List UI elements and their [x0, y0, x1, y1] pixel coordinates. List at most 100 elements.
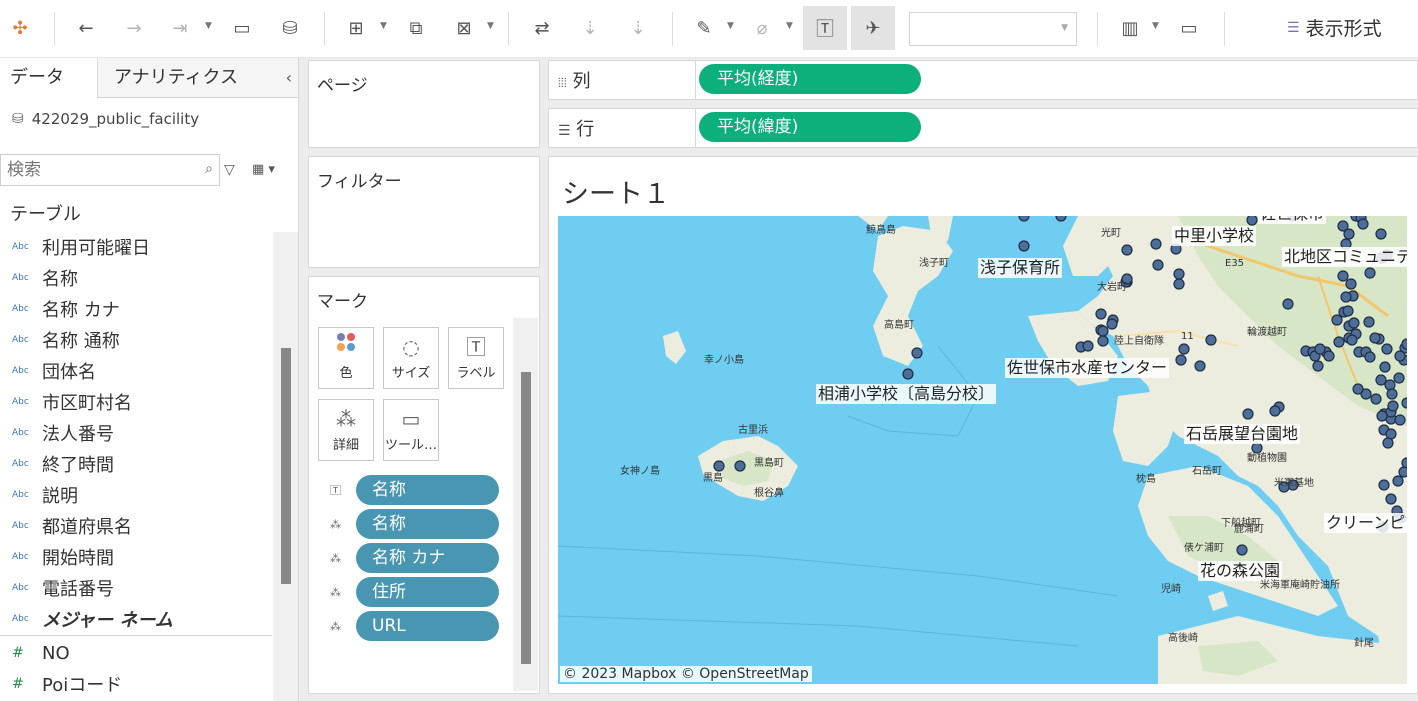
map-mark[interactable]: [1082, 340, 1094, 352]
map-label-ishidake[interactable]: 石岳展望台園地: [1184, 424, 1301, 444]
map-mark[interactable]: [1106, 318, 1118, 330]
map-mark[interactable]: [1370, 393, 1382, 405]
map-mark[interactable]: [1097, 325, 1109, 337]
map-mark[interactable]: [1337, 270, 1349, 282]
marks-field-pill[interactable]: 名称: [356, 475, 499, 505]
marks-field-pill[interactable]: 名称 カナ: [356, 543, 499, 573]
map-mark[interactable]: [1152, 259, 1164, 271]
highlight-icon[interactable]: ✎: [690, 14, 718, 42]
map-mark[interactable]: [1323, 350, 1335, 362]
logo-icon[interactable]: ✣: [6, 14, 34, 42]
map-mark[interactable]: [1018, 240, 1030, 252]
map-mark[interactable]: [1398, 466, 1407, 478]
map-label-clean[interactable]: クリーンピュア: [1324, 513, 1407, 533]
field-item[interactable]: Abc 名称 カナ: [12, 294, 120, 324]
map-mark[interactable]: [1246, 216, 1258, 226]
field-item[interactable]: Abc 市区町村名: [12, 387, 132, 417]
map-label-ainoura[interactable]: 相浦小学校〔高島分校〕: [816, 384, 997, 404]
chart-type-icon[interactable]: ▥: [1116, 14, 1144, 42]
map-mark[interactable]: [1236, 544, 1248, 556]
map-mark[interactable]: [1385, 493, 1397, 505]
map-label-sasebo-suisan[interactable]: 佐世保市水産センター: [1005, 358, 1170, 378]
map-mark[interactable]: [1357, 218, 1369, 230]
map-mark[interactable]: [1312, 360, 1324, 372]
map-mark[interactable]: [1401, 338, 1407, 350]
field-item[interactable]: # NO: [12, 638, 70, 668]
filters-card[interactable]: フィルター: [308, 156, 540, 268]
map-mark[interactable]: [1055, 216, 1067, 222]
sort-desc-icon[interactable]: ⇣: [624, 14, 652, 42]
map-mark[interactable]: [1331, 314, 1343, 326]
pin-icon[interactable]: ✈: [851, 6, 895, 50]
collapse-icon[interactable]: ‹: [286, 58, 292, 98]
search-input[interactable]: [1, 155, 189, 185]
map-mark[interactable]: [1150, 238, 1162, 250]
field-item[interactable]: Abc 名称 通称: [12, 325, 120, 355]
new-datasource-icon[interactable]: ⛁: [276, 14, 304, 42]
map-mark[interactable]: [1375, 374, 1387, 386]
attach-icon[interactable]: ⌀: [748, 14, 776, 42]
view-options-icon[interactable]: ▦ ▾: [252, 162, 275, 177]
sheet-title[interactable]: シート１: [562, 172, 670, 211]
map-mark[interactable]: [1381, 343, 1393, 355]
replay-dropdown-icon[interactable]: ▼: [205, 21, 212, 31]
map-mark[interactable]: [1018, 216, 1030, 222]
map-mark[interactable]: [902, 368, 914, 380]
duplicate-icon[interactable]: ⧉: [402, 14, 430, 42]
map-mark[interactable]: [911, 347, 923, 359]
field-item[interactable]: Abc 説明: [12, 480, 78, 510]
new-worksheet-dropdown-icon[interactable]: ▼: [380, 21, 387, 31]
tab-analytics[interactable]: アナリティクス ‹: [97, 58, 298, 98]
map-view[interactable]: 浅子保育所 中里小学校北地区コミュニティ佐世保市水産センター相浦小学校〔高島分校〕…: [558, 216, 1407, 684]
map-label-nakazato[interactable]: 中里小学校: [1172, 226, 1257, 246]
map-mark[interactable]: [1369, 332, 1381, 344]
sort-asc-icon[interactable]: ⇣: [576, 14, 604, 42]
map-mark[interactable]: [1097, 335, 1109, 347]
map-mark[interactable]: [1375, 228, 1387, 240]
field-item[interactable]: # Poiコード: [12, 669, 122, 699]
filter-icon[interactable]: ▽: [224, 162, 235, 178]
map-mark[interactable]: [1178, 343, 1190, 355]
search-icon[interactable]: ⌕: [205, 161, 213, 177]
new-worksheet-icon[interactable]: ⊞: [342, 14, 370, 42]
map-mark[interactable]: [734, 460, 746, 472]
show-labels-icon[interactable]: 🅃: [803, 6, 847, 50]
map-mark[interactable]: [1173, 278, 1185, 290]
pages-card[interactable]: ページ: [308, 60, 540, 148]
tab-data[interactable]: データ: [0, 58, 96, 100]
map-mark[interactable]: [1194, 360, 1206, 372]
columns-shelf[interactable]: [548, 60, 1418, 100]
marks-field-pill[interactable]: 名称: [356, 509, 499, 539]
field-item[interactable]: Abc 開始時間: [12, 542, 114, 572]
field-scrollbar-thumb[interactable]: [281, 348, 291, 584]
redo-icon[interactable]: →: [120, 14, 148, 42]
field-item[interactable]: Abc 団体名: [12, 356, 96, 386]
map-mark[interactable]: [1342, 305, 1354, 317]
field-item[interactable]: Abc 都道府県名: [12, 511, 132, 541]
field-item[interactable]: Abc 電話番号: [12, 573, 114, 603]
field-item[interactable]: Abc 法人番号: [12, 418, 114, 448]
search-box[interactable]: ⌕: [0, 154, 220, 186]
rows-pill[interactable]: 平均(緯度): [699, 112, 921, 142]
chart-type-dropdown-icon[interactable]: ▼: [1152, 21, 1159, 31]
map-mark[interactable]: [1384, 379, 1396, 391]
marks-scrollbar-thumb[interactable]: [521, 372, 531, 664]
map-mark[interactable]: [1242, 408, 1254, 420]
clear-icon[interactable]: ⊠: [450, 14, 478, 42]
show-me-button[interactable]: ☰ 表示形式: [1287, 14, 1382, 41]
fit-select[interactable]: ▼: [909, 12, 1077, 46]
map-mark[interactable]: [1340, 291, 1352, 303]
detail-button[interactable]: ⁂ 詳細: [318, 399, 374, 461]
replay-icon[interactable]: ⇥: [166, 14, 194, 42]
marks-field-pill[interactable]: 住所: [356, 577, 499, 607]
map-mark[interactable]: [1348, 317, 1360, 329]
map-mark[interactable]: [1387, 400, 1399, 412]
map-mark[interactable]: [1393, 372, 1405, 384]
map-label-top-cut[interactable]: 佐世保市: [1258, 216, 1327, 224]
presentation-icon[interactable]: ▭: [1175, 14, 1203, 42]
size-button[interactable]: ◌ サイズ: [383, 327, 439, 389]
map-mark[interactable]: [1346, 334, 1358, 346]
map-mark[interactable]: [1173, 268, 1185, 280]
label-button[interactable]: 🅃 ラベル: [448, 327, 504, 389]
map-mark[interactable]: [1345, 278, 1357, 290]
